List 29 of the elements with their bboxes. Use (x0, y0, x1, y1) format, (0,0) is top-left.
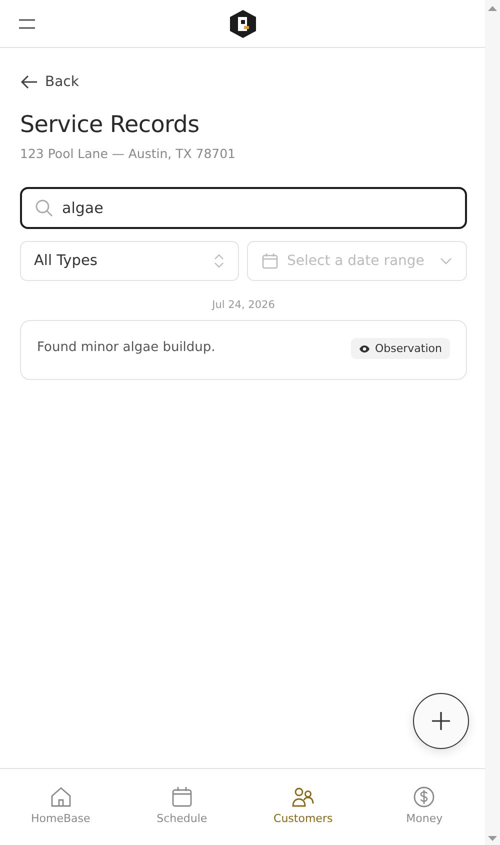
dollar-icon (413, 786, 436, 808)
page-title: Service Records (20, 112, 200, 138)
chevron-updown-icon (214, 253, 224, 269)
nav-tab[interactable]: Customers (242, 769, 364, 845)
nav-tab[interactable]: Money (364, 769, 485, 845)
search-icon (35, 199, 53, 217)
logo-icon (228, 8, 256, 38)
arrow-left-icon (20, 75, 38, 89)
nav-tab[interactable]: Schedule (121, 769, 242, 845)
calendar-icon (262, 253, 278, 269)
people-icon (292, 786, 314, 808)
add-button[interactable] (413, 693, 469, 749)
address-text: 123 Pool Lane — Austin, TX 78701 (20, 146, 237, 161)
type-select[interactable]: All Types (20, 241, 239, 281)
scroll-up-icon[interactable] (488, 6, 497, 11)
menu-icon[interactable] (18, 19, 36, 29)
search-field[interactable]: algae (20, 187, 467, 229)
record-card[interactable]: Found minor algae buildup. Observation (20, 320, 467, 380)
plus-icon (432, 712, 450, 730)
back-link[interactable]: Back (20, 72, 79, 92)
tag-label: Observation (375, 342, 442, 355)
calendar-icon (170, 786, 193, 808)
house-icon (50, 786, 72, 808)
chevron-down-icon (440, 257, 452, 265)
eye-icon (359, 344, 370, 352)
scroll-down-icon[interactable] (488, 836, 497, 841)
date-heading: Jul 24, 2026 (210, 299, 276, 311)
record-text: Found minor algae buildup. (37, 340, 216, 355)
nav-tab[interactable]: HomeBase (0, 769, 122, 845)
